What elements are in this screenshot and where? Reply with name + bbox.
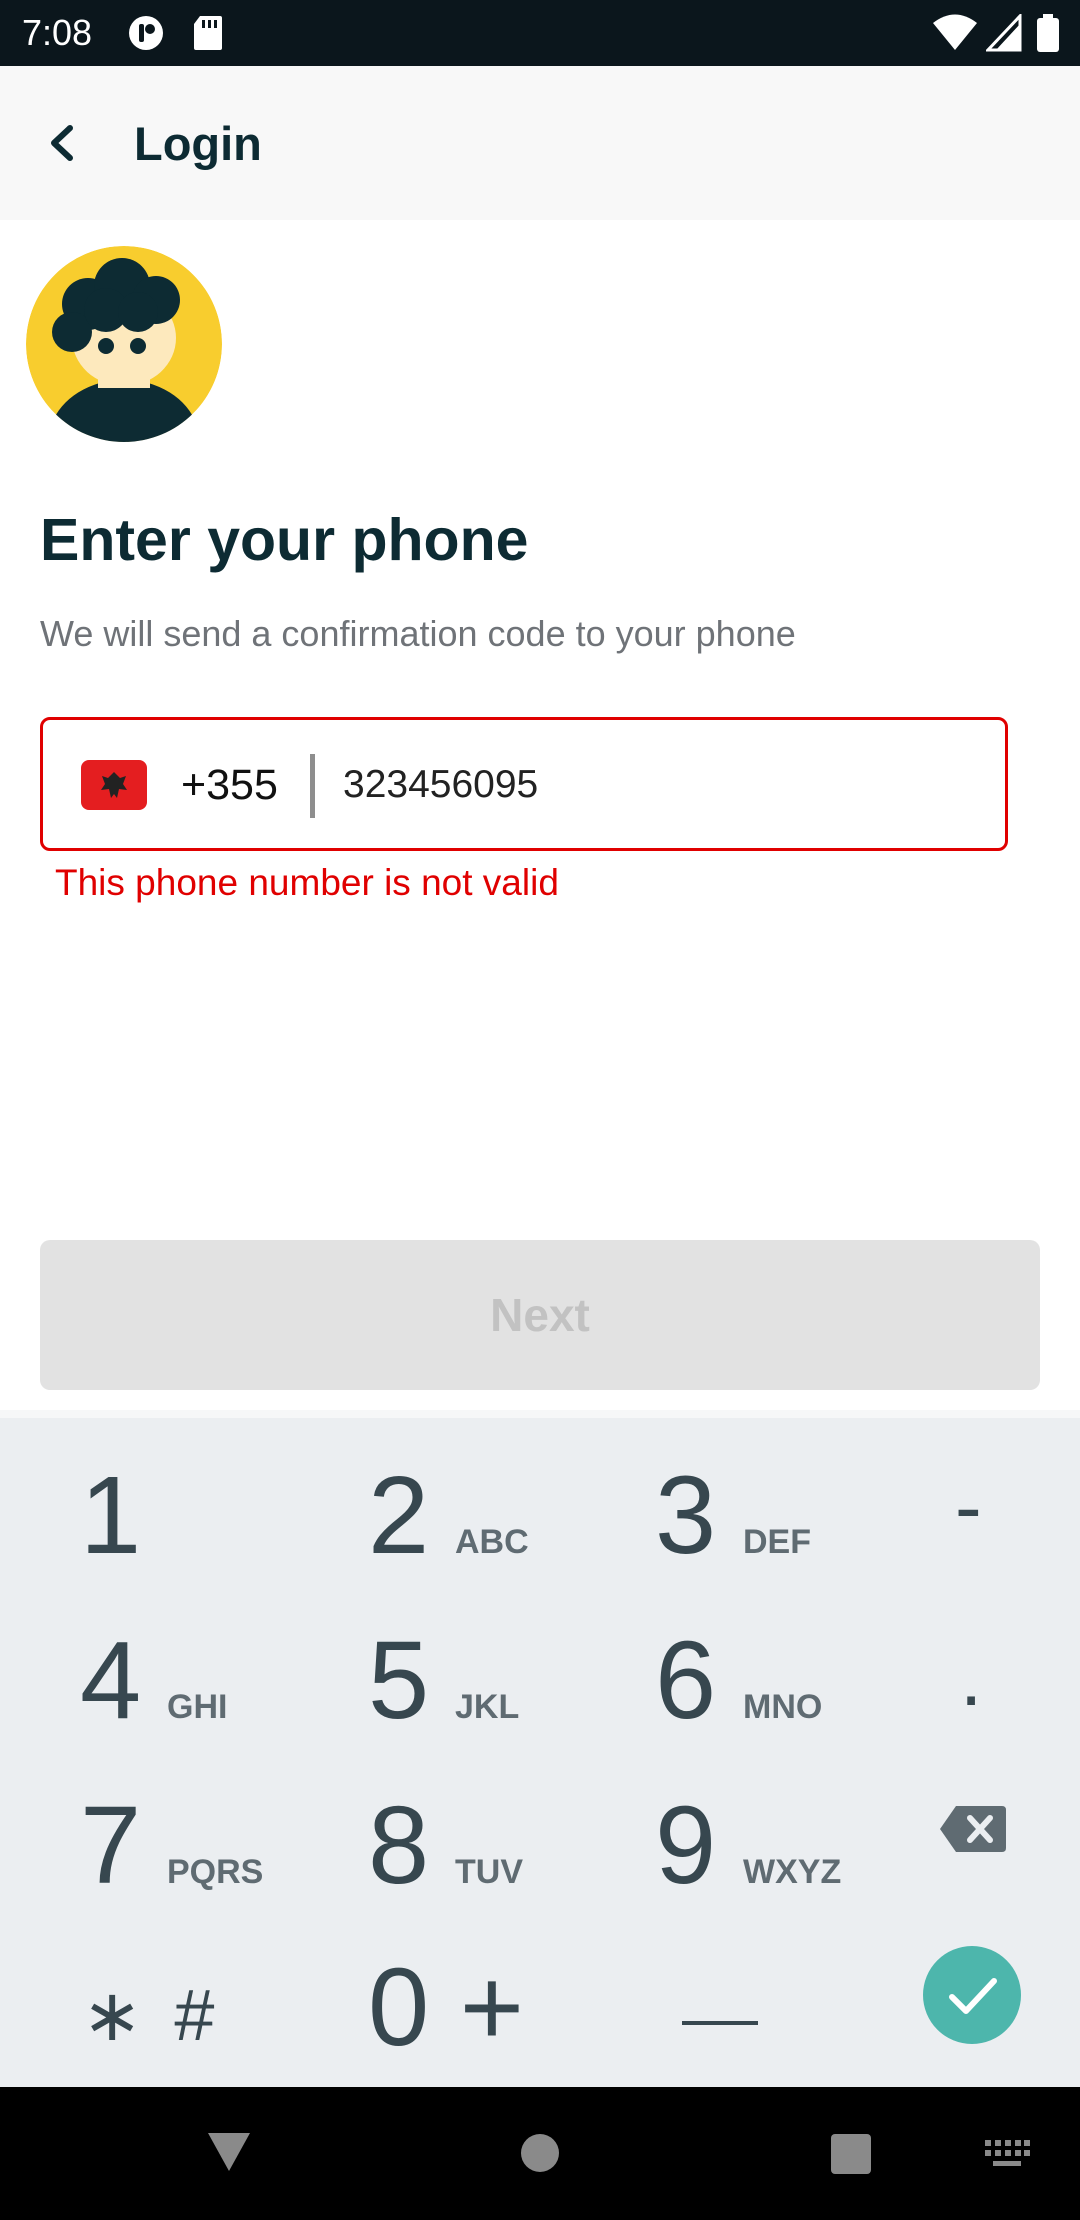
key-letters: JKL	[455, 1688, 520, 1726]
key-8[interactable]: 8 TUV	[270, 1748, 540, 1913]
albania-flag-icon	[81, 760, 147, 810]
phone-number-input[interactable]	[343, 750, 963, 820]
key-6[interactable]: 6 MNO	[540, 1583, 822, 1748]
key-label: 2	[368, 1454, 430, 1577]
key-period[interactable]: .	[810, 1583, 1080, 1748]
back-triangle-icon[interactable]	[204, 2127, 254, 2177]
wifi-icon	[933, 14, 977, 50]
phone-heading: Enter your phone	[40, 507, 529, 573]
key-label: 1	[80, 1454, 142, 1577]
back-button[interactable]	[30, 108, 100, 178]
key-3[interactable]: 3 DEF	[540, 1418, 811, 1583]
status-time: 7:08	[22, 12, 93, 53]
app-notification-icon	[129, 16, 163, 50]
app-bar: Login	[0, 66, 1080, 220]
space-key[interactable]	[540, 1913, 810, 2078]
backspace-icon	[940, 1806, 1006, 1852]
key-label: ∗ #	[82, 1976, 221, 2056]
sd-card-icon	[194, 16, 222, 50]
key-letters: PQRS	[167, 1853, 264, 1891]
page-title: Login	[134, 117, 262, 170]
key-0-plus[interactable]: 0 +	[270, 1913, 540, 2078]
back-arrow-icon	[51, 125, 73, 161]
dial-code[interactable]: +355	[181, 758, 278, 812]
key-1[interactable]: 1	[0, 1418, 270, 1583]
key-letters: ABC	[455, 1523, 529, 1561]
space-bar-icon	[682, 2021, 758, 2025]
key-label: 9	[655, 1784, 717, 1907]
key-letters: DEF	[743, 1523, 811, 1561]
key-2[interactable]: 2 ABC	[270, 1418, 540, 1583]
key-9[interactable]: 9 WXYZ	[540, 1748, 841, 1913]
user-avatar-illustration	[26, 246, 222, 442]
status-bar: 7:08	[0, 0, 1080, 66]
key-label: 8	[368, 1784, 430, 1907]
key-letters: GHI	[167, 1688, 228, 1726]
phone-subheading: We will send a confirmation code to your…	[40, 613, 796, 654]
backspace-key[interactable]	[810, 1748, 1080, 1913]
key-dash[interactable]: -	[810, 1418, 1080, 1583]
phone-input-box: +355	[40, 717, 1008, 851]
input-divider	[310, 754, 315, 818]
key-label: 6	[655, 1619, 717, 1742]
key-label: .	[960, 1633, 983, 1722]
check-icon	[923, 1946, 1021, 2044]
system-nav-bar	[0, 2087, 1080, 2220]
key-label: 3	[655, 1454, 717, 1577]
key-label: -	[955, 1462, 982, 1551]
key-4[interactable]: 4 GHI	[0, 1583, 270, 1748]
home-circle-icon[interactable]	[520, 2133, 560, 2173]
cell-signal-icon	[986, 14, 1022, 52]
done-key[interactable]	[810, 1913, 1080, 2078]
numeric-keyboard: 1 2 ABC 3 DEF - 4 GHI 5 JKL 6 MNO . 7 PQ…	[0, 1410, 1080, 2087]
key-label: 7	[80, 1784, 142, 1907]
country-selector[interactable]	[81, 760, 147, 810]
battery-icon	[1037, 14, 1059, 52]
key-label: 4	[80, 1619, 142, 1742]
key-label: 5	[368, 1619, 430, 1742]
key-5[interactable]: 5 JKL	[270, 1583, 540, 1748]
key-7[interactable]: 7 PQRS	[0, 1748, 270, 1913]
phone-error-message: This phone number is not valid	[55, 862, 559, 903]
key-label: 0 +	[368, 1946, 524, 2069]
keyboard-icon[interactable]	[984, 2139, 1030, 2169]
key-star-hash[interactable]: ∗ #	[0, 1913, 270, 2078]
key-letters: TUV	[455, 1853, 523, 1891]
recents-square-icon[interactable]	[830, 2133, 872, 2175]
next-button[interactable]: Next	[40, 1240, 1040, 1390]
